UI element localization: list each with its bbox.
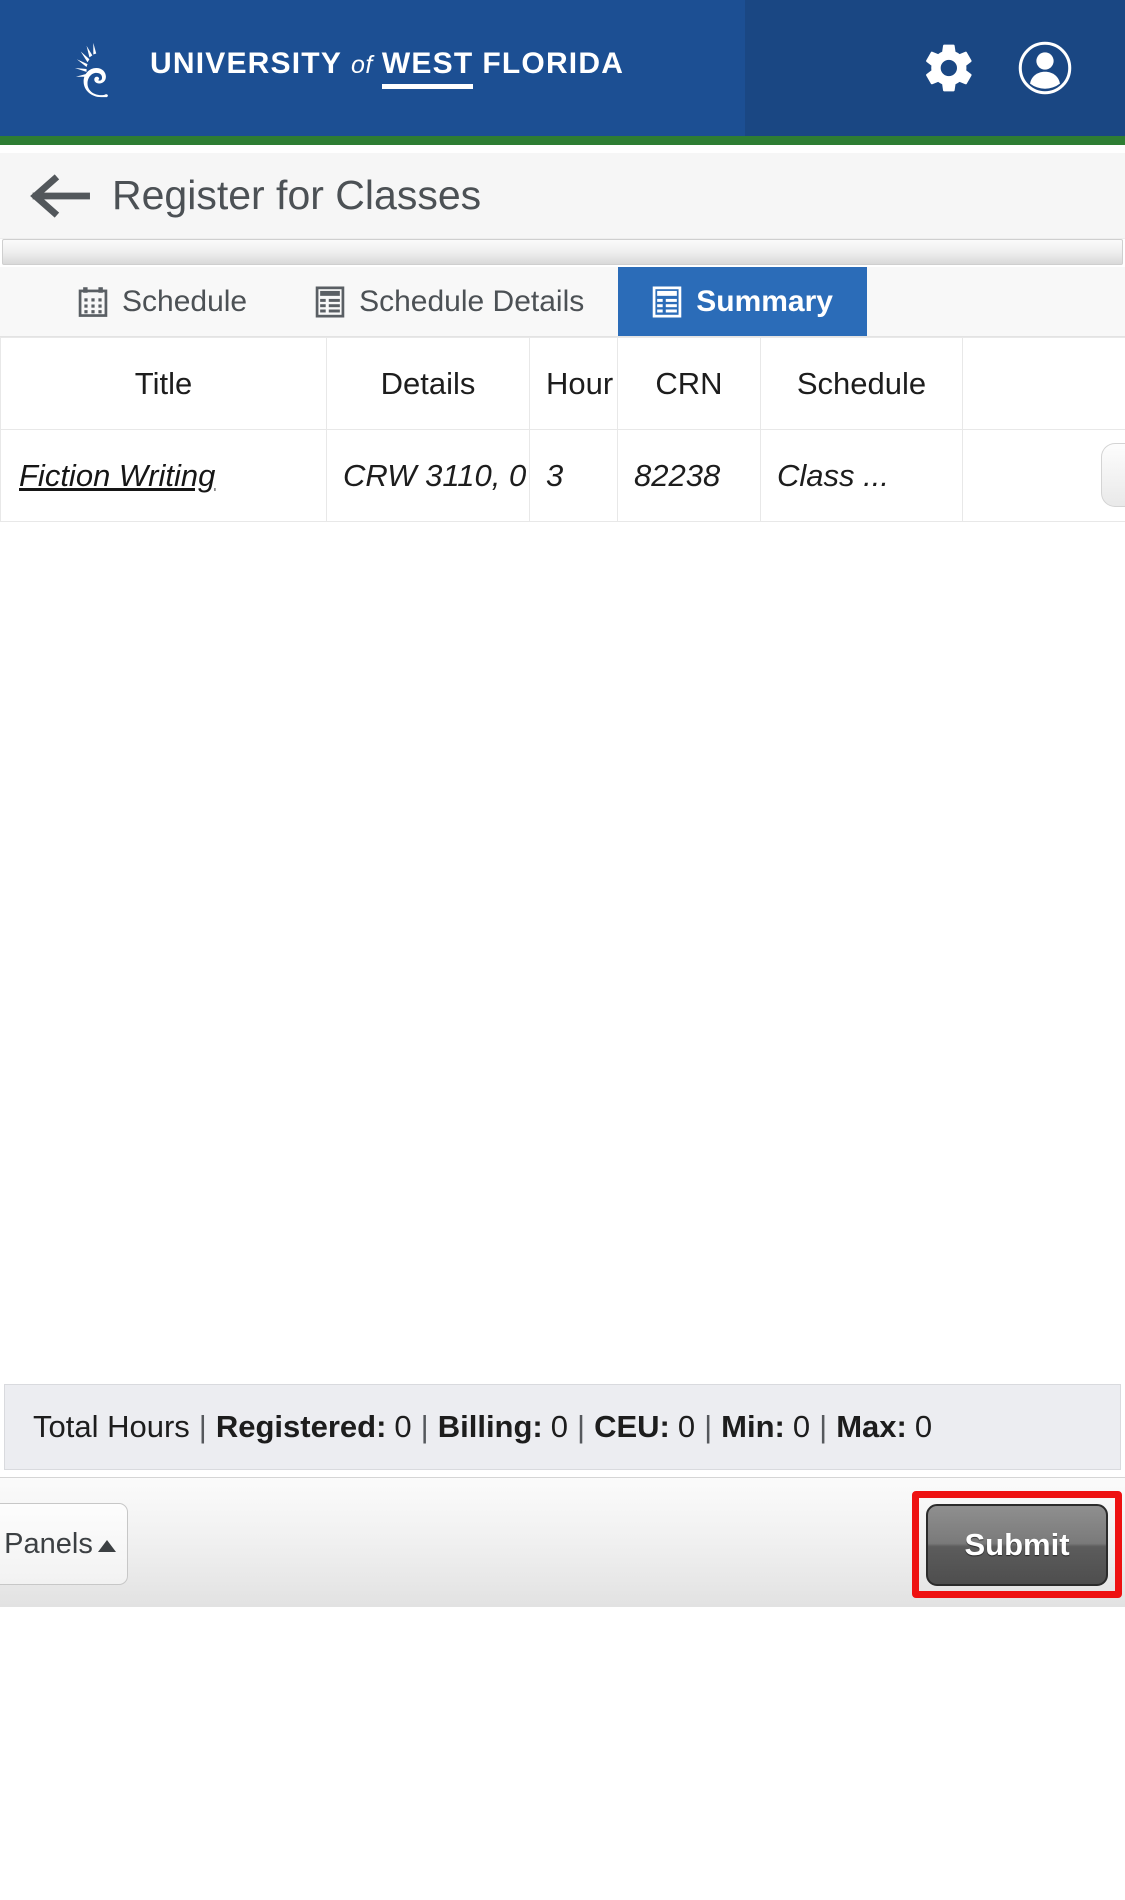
green-accent-bar: [0, 136, 1125, 145]
totals-registered-value: 0: [394, 1409, 412, 1444]
summary-table-container: Title Details Hour CRN Schedule Fiction …: [0, 337, 1125, 522]
list-table-icon: [315, 285, 345, 318]
summary-table-icon: [652, 285, 682, 318]
totals-ceu-label: CEU:: [594, 1409, 670, 1444]
back-arrow-icon[interactable]: [28, 173, 90, 219]
totals-separator-2: |: [577, 1409, 586, 1444]
column-header-crn[interactable]: CRN: [617, 337, 761, 430]
bottom-action-bar: Panels Submit: [0, 1477, 1125, 1607]
totals-separator-3: |: [704, 1409, 713, 1444]
totals-min-value: 0: [792, 1409, 811, 1444]
table-row[interactable]: Fiction Writing CRW 3110, 0 3 82238 Clas…: [0, 429, 1125, 522]
empty-content-area: [0, 522, 1125, 1382]
header-actions: [745, 0, 1125, 136]
brand-wordmark: UNIVERSITY of WEST FLORIDA: [150, 47, 624, 89]
submit-button[interactable]: Submit: [926, 1504, 1108, 1586]
tab-schedule[interactable]: Schedule: [0, 267, 281, 336]
totals-billing-label: Billing:: [437, 1409, 543, 1444]
totals-separator-1: |: [420, 1409, 429, 1444]
column-header-details[interactable]: Details: [326, 337, 530, 430]
app-header: UNIVERSITY of WEST FLORIDA: [0, 0, 1125, 136]
course-title-link[interactable]: Fiction Writing: [19, 458, 215, 493]
cell-schedule: Class ...: [760, 429, 963, 522]
summary-tabs: Schedule Schedule Details Summary: [0, 267, 1125, 337]
column-header-title[interactable]: Title: [0, 337, 327, 430]
table-header-row: Title Details Hour CRN Schedule: [0, 337, 1125, 430]
tab-schedule-details[interactable]: Schedule Details: [281, 267, 618, 336]
brand-of: of: [351, 51, 373, 79]
panel-drag-bar[interactable]: [2, 239, 1123, 265]
summary-table: Title Details Hour CRN Schedule Fiction …: [0, 337, 1125, 522]
cell-title: Fiction Writing: [0, 429, 327, 522]
user-avatar-icon[interactable]: [1017, 40, 1073, 96]
page-title: Register for Classes: [112, 172, 482, 218]
tab-summary-label: Summary: [696, 284, 833, 318]
column-header-extra[interactable]: [962, 337, 1125, 430]
tab-schedule-label: Schedule: [122, 284, 248, 318]
totals-max-value: 0: [914, 1409, 933, 1444]
totals-min-label: Min:: [721, 1409, 785, 1444]
panels-button-label: Panels: [4, 1527, 93, 1560]
register-for-classes-page: UNIVERSITY of WEST FLORIDA Register for …: [0, 0, 1125, 1900]
totals-registered-label: Registered:: [215, 1409, 387, 1444]
submit-button-label: Submit: [964, 1527, 1070, 1562]
cell-details: CRW 3110, 0: [326, 429, 530, 522]
total-hours-bar: Total Hours | Registered: 0 | Billing: 0…: [4, 1384, 1121, 1470]
column-header-schedule[interactable]: Schedule: [760, 337, 963, 430]
uwf-brand-logo[interactable]: UNIVERSITY of WEST FLORIDA: [72, 37, 624, 99]
totals-separator-4: |: [819, 1409, 828, 1444]
page-title-bar: Register for Classes: [0, 153, 1125, 239]
brand-university: UNIVERSITY: [150, 47, 343, 80]
row-scroll-handle[interactable]: [1101, 443, 1125, 507]
totals-separator-0: |: [198, 1409, 207, 1444]
column-header-hours[interactable]: Hour: [529, 337, 618, 430]
brand-florida: FLORIDA: [482, 47, 625, 80]
cell-hours: 3: [529, 429, 618, 522]
caret-up-icon: [97, 1540, 116, 1552]
gear-icon[interactable]: [921, 40, 977, 96]
brand-west: WEST: [381, 47, 474, 89]
panels-button[interactable]: Panels: [0, 1503, 128, 1585]
totals-max-label: Max:: [836, 1409, 907, 1444]
calendar-icon: [78, 286, 108, 317]
totals-prefix: Total Hours: [33, 1409, 190, 1444]
nautilus-shell-icon: [74, 42, 108, 98]
tab-summary[interactable]: Summary: [618, 267, 867, 336]
tab-schedule-details-label: Schedule Details: [359, 284, 585, 318]
totals-ceu-value: 0: [677, 1409, 696, 1444]
cell-crn: 82238: [617, 429, 761, 522]
totals-billing-value: 0: [550, 1409, 569, 1444]
